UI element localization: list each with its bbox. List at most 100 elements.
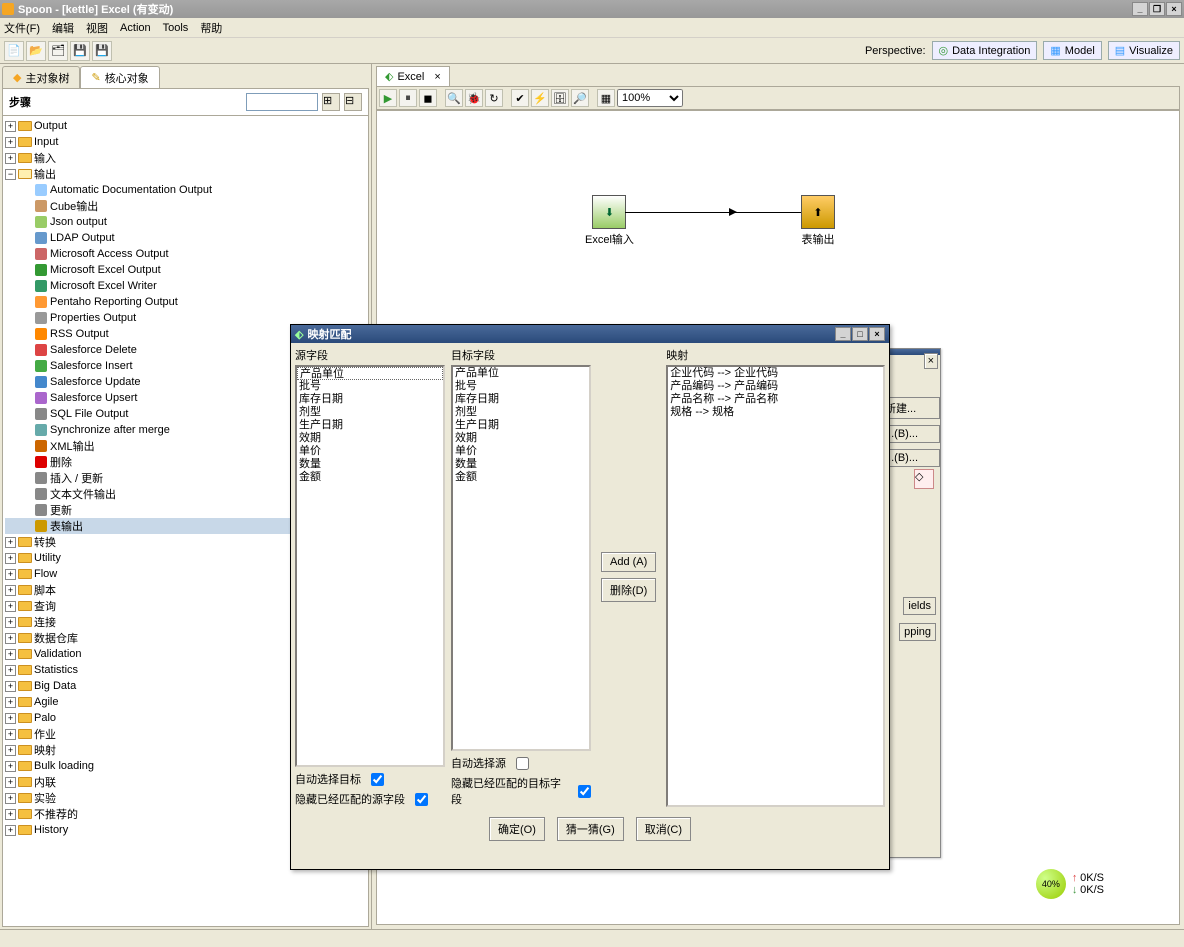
new-button[interactable]: 📄 <box>4 41 24 61</box>
saveas-button[interactable]: 💾 <box>92 41 112 61</box>
auto-select-source-check[interactable] <box>516 757 529 770</box>
source-fields-list[interactable]: 产品单位批号库存日期剂型生产日期效期单价数量金额 <box>295 365 445 767</box>
dialog-minimize[interactable]: _ <box>835 327 851 341</box>
sql-button[interactable]: 🗄 <box>551 89 569 107</box>
ok-button[interactable]: 确定(O) <box>489 817 545 841</box>
tree-item[interactable]: Pentaho Reporting Output <box>5 294 366 310</box>
tree-item[interactable]: −输出 <box>5 166 366 182</box>
hide-matched-source-check[interactable] <box>415 793 428 806</box>
minimize-button[interactable]: _ <box>1132 2 1148 16</box>
mappings-list[interactable]: 企业代码 --> 企业代码产品编码 --> 产品编码产品名称 --> 产品名称规… <box>666 365 885 807</box>
step-excel-input[interactable]: ⬇ Excel输入 <box>585 195 634 247</box>
list-item[interactable]: 金额 <box>297 471 443 484</box>
auto-select-target-check[interactable] <box>371 773 384 786</box>
list-item[interactable]: 效期 <box>297 432 443 445</box>
preview-button[interactable]: 🔍 <box>445 89 463 107</box>
bg-btn-fields[interactable]: ields <box>903 597 936 615</box>
menu-edit[interactable]: 编辑 <box>52 20 74 36</box>
list-item[interactable]: 生产日期 <box>297 419 443 432</box>
replay-button[interactable]: ↻ <box>485 89 503 107</box>
sidebar-tab-core-objects[interactable]: ✎核心对象 <box>80 66 159 88</box>
list-item[interactable]: 产品编码 --> 产品编码 <box>668 380 883 393</box>
hop-arrow-icon <box>729 208 737 216</box>
dialog-maximize[interactable]: □ <box>852 327 868 341</box>
debug-button[interactable]: 🐞 <box>465 89 483 107</box>
bg-btn-mapping[interactable]: pping <box>899 623 936 641</box>
menu-view[interactable]: 视图 <box>86 20 108 36</box>
tree-item[interactable]: Microsoft Access Output <box>5 246 366 262</box>
explore-db-button[interactable]: 🔎 <box>571 89 589 107</box>
canvas-tab-excel[interactable]: ⬖Excel× <box>376 66 450 86</box>
list-item[interactable]: 数量 <box>453 458 589 471</box>
tree-item[interactable]: +输入 <box>5 150 366 166</box>
explore-button[interactable]: 🗂 <box>48 41 68 61</box>
list-item[interactable]: 金额 <box>453 471 589 484</box>
dialog-title: 映射匹配 <box>307 326 351 342</box>
bg-close[interactable]: × <box>924 353 938 369</box>
list-item[interactable]: 生产日期 <box>453 419 589 432</box>
spoon-icon <box>2 3 14 15</box>
tree-item[interactable]: Cube输出 <box>5 198 366 214</box>
tree-item[interactable]: Microsoft Excel Output <box>5 262 366 278</box>
list-item[interactable]: 单价 <box>297 445 443 458</box>
perspective-model[interactable]: ▦Model <box>1043 41 1101 60</box>
verify-button[interactable]: ✔ <box>511 89 529 107</box>
expand-all-button[interactable]: ⊞ <box>322 93 340 111</box>
tree-item[interactable]: +Input <box>5 134 366 150</box>
stop-button[interactable]: ◼ <box>419 89 437 107</box>
tree-item[interactable]: LDAP Output <box>5 230 366 246</box>
open-button[interactable]: 📂 <box>26 41 46 61</box>
sidebar-tab-main-tree[interactable]: ◆主对象树 <box>2 66 80 88</box>
step-table-output[interactable]: ⬆ 表输出 <box>801 195 835 247</box>
list-item[interactable]: 库存日期 <box>453 393 589 406</box>
close-button[interactable]: × <box>1166 2 1182 16</box>
dialog-close[interactable]: × <box>869 327 885 341</box>
save-button[interactable]: 💾 <box>70 41 90 61</box>
list-item[interactable]: 产品名称 --> 产品名称 <box>668 393 883 406</box>
menu-tools[interactable]: Tools <box>163 22 189 34</box>
impact-button[interactable]: ⚡ <box>531 89 549 107</box>
list-item[interactable]: 产品单位 <box>297 367 443 380</box>
perspective-visualize[interactable]: ▤Visualize <box>1108 41 1180 60</box>
menu-help[interactable]: 帮助 <box>200 20 222 36</box>
tree-item[interactable]: Json output <box>5 214 366 230</box>
tree-item[interactable]: Automatic Documentation Output <box>5 182 366 198</box>
list-item[interactable]: 单价 <box>453 445 589 458</box>
zoom-select[interactable]: 100% <box>617 89 683 107</box>
hop-line[interactable] <box>625 212 801 213</box>
list-item[interactable]: 剂型 <box>297 406 443 419</box>
steps-filter-input[interactable] <box>246 93 318 111</box>
hide-matched-target-check[interactable] <box>578 785 591 798</box>
tree-item[interactable]: Microsoft Excel Writer <box>5 278 366 294</box>
list-item[interactable]: 产品单位 <box>453 367 589 380</box>
steps-label: 步骤 <box>9 94 242 110</box>
list-item[interactable]: 批号 <box>453 380 589 393</box>
menu-file[interactable]: 文件(F) <box>4 20 40 36</box>
list-item[interactable]: 效期 <box>453 432 589 445</box>
target-fields-list[interactable]: 产品单位批号库存日期剂型生产日期效期单价数量金额 <box>451 365 591 751</box>
restore-button[interactable]: ❐ <box>1149 2 1165 16</box>
download-speed: 0K/S <box>1080 884 1104 896</box>
delete-mapping-button[interactable]: 删除(D) <box>601 578 656 602</box>
hide-matched-source-label: 隐藏已经匹配的源字段 <box>295 791 405 807</box>
collapse-all-button[interactable]: ⊟ <box>344 93 362 111</box>
add-mapping-button[interactable]: Add (A) <box>601 552 656 572</box>
tree-item[interactable]: +Output <box>5 118 366 134</box>
cancel-button[interactable]: 取消(C) <box>636 817 691 841</box>
list-item[interactable]: 企业代码 --> 企业代码 <box>668 367 883 380</box>
list-item[interactable]: 规格 --> 规格 <box>668 406 883 419</box>
list-item[interactable]: 批号 <box>297 380 443 393</box>
pause-button[interactable]: ⏸ <box>399 89 417 107</box>
perspective-data-integration[interactable]: ◎Data Integration <box>932 41 1038 60</box>
perspective-label: Perspective: <box>865 45 926 57</box>
list-item[interactable]: 剂型 <box>453 406 589 419</box>
menu-action[interactable]: Action <box>120 22 151 34</box>
run-button[interactable]: ▶ <box>379 89 397 107</box>
window-controls: _ ❐ × <box>1132 2 1182 16</box>
target-fields-label: 目标字段 <box>451 347 591 363</box>
guess-button[interactable]: 猜一猜(G) <box>557 817 624 841</box>
list-item[interactable]: 数量 <box>297 458 443 471</box>
list-item[interactable]: 库存日期 <box>297 393 443 406</box>
show-results-button[interactable]: ▦ <box>597 89 615 107</box>
main-toolbar: 📄 📂 🗂 💾 💾 Perspective: ◎Data Integration… <box>0 38 1184 64</box>
